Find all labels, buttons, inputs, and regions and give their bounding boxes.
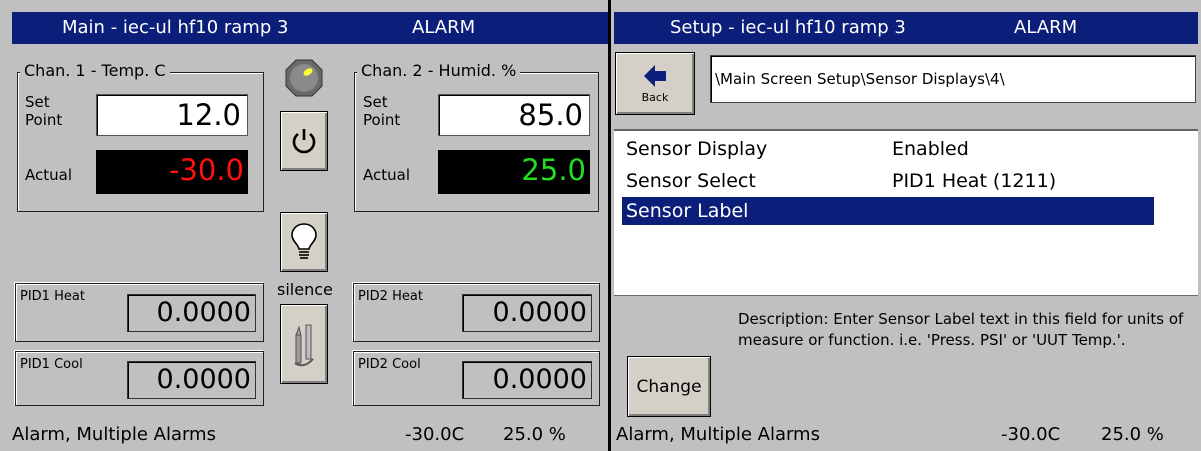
tool-icon bbox=[294, 324, 314, 367]
pid2-cool-group: PID2 Cool 0.0000 bbox=[353, 351, 600, 406]
ch2-set-label: Set bbox=[363, 93, 388, 111]
pid1-heat-group: PID1 Heat 0.0000 bbox=[15, 283, 264, 342]
pid2-heat-label: PID2 Heat bbox=[358, 289, 423, 304]
main-screen: Main - iec-ul hf10 ramp 3 ALARM Chan. 1 … bbox=[0, 0, 608, 451]
list-item-key: Sensor Label bbox=[626, 200, 749, 222]
main-status-message: Alarm, Multiple Alarms bbox=[12, 424, 216, 445]
setup-alarm-indicator: ALARM bbox=[1014, 17, 1078, 38]
list-item-key: Sensor Display bbox=[626, 138, 768, 160]
change-label: Change bbox=[636, 376, 702, 397]
back-label: Back bbox=[641, 91, 669, 104]
pid1-cool-group: PID1 Cool 0.0000 bbox=[15, 351, 264, 406]
pid1-heat-value: 0.0000 bbox=[127, 294, 256, 332]
lightbulb-icon bbox=[291, 223, 317, 259]
setup-path-field: \Main Screen Setup\Sensor Displays\4\ bbox=[710, 55, 1196, 103]
main-title-bar: Main - iec-ul hf10 ramp 3 ALARM bbox=[12, 12, 608, 44]
setup-list: Sensor Display Enabled Sensor Select PID… bbox=[614, 129, 1198, 296]
channel-1-legend: Chan. 1 - Temp. C bbox=[20, 61, 170, 80]
status-light-icon bbox=[284, 58, 324, 102]
setup-status-message: Alarm, Multiple Alarms bbox=[616, 424, 820, 445]
back-arrow-icon bbox=[644, 65, 666, 87]
setup-description: Description: Enter Sensor Label text in … bbox=[738, 310, 1184, 349]
ch1-set-label: Set bbox=[25, 93, 50, 111]
tool-button[interactable] bbox=[280, 304, 328, 384]
ch1-actual-label: Actual bbox=[25, 166, 72, 184]
list-item[interactable]: Sensor Display Enabled bbox=[614, 134, 1144, 164]
ch1-setpoint-field[interactable]: 12.0 bbox=[96, 94, 248, 136]
list-item-value: Enabled bbox=[892, 138, 969, 160]
ch1-actual-value: -30.0 bbox=[96, 150, 248, 194]
ch2-point-label: Point bbox=[363, 111, 401, 129]
list-item-value: PID1 Heat (1211) bbox=[892, 170, 1057, 192]
back-button[interactable]: Back bbox=[615, 52, 695, 115]
setup-screen: Setup - iec-ul hf10 ramp 3 ALARM Back \M… bbox=[611, 0, 1201, 451]
pid1-heat-label: PID1 Heat bbox=[20, 289, 85, 304]
main-status-humid: 25.0 % bbox=[503, 424, 566, 445]
pid1-cool-label: PID1 Cool bbox=[20, 357, 83, 372]
silence-button[interactable] bbox=[280, 212, 328, 272]
main-alarm-indicator: ALARM bbox=[412, 17, 476, 38]
power-button[interactable] bbox=[280, 111, 328, 171]
list-item[interactable]: Sensor Select PID1 Heat (1211) bbox=[614, 166, 1144, 196]
power-icon bbox=[292, 129, 316, 154]
pid1-cool-value: 0.0000 bbox=[127, 361, 256, 399]
list-item-key: Sensor Select bbox=[626, 170, 756, 192]
pid2-heat-value: 0.0000 bbox=[462, 294, 592, 332]
main-status-temp: -30.0C bbox=[405, 424, 465, 445]
pid2-heat-group: PID2 Heat 0.0000 bbox=[353, 283, 600, 342]
setup-title-bar: Setup - iec-ul hf10 ramp 3 ALARM bbox=[614, 12, 1198, 44]
ch2-setpoint-field[interactable]: 85.0 bbox=[438, 94, 590, 136]
change-button[interactable]: Change bbox=[627, 356, 711, 417]
pid2-cool-label: PID2 Cool bbox=[358, 357, 421, 372]
pid2-cool-value: 0.0000 bbox=[462, 361, 592, 399]
setup-status-humid: 25.0 % bbox=[1101, 424, 1164, 445]
ch2-actual-label: Actual bbox=[363, 166, 410, 184]
ch2-actual-value: 25.0 bbox=[438, 150, 590, 194]
silence-label: silence bbox=[277, 280, 333, 299]
main-title: Main - iec-ul hf10 ramp 3 bbox=[62, 17, 289, 38]
channel-2-legend: Chan. 2 - Humid. % bbox=[357, 61, 521, 80]
setup-status-temp: -30.0C bbox=[1001, 424, 1061, 445]
list-item-selected[interactable]: Sensor Label bbox=[622, 197, 1154, 225]
ch1-point-label: Point bbox=[25, 111, 63, 129]
setup-title: Setup - iec-ul hf10 ramp 3 bbox=[670, 17, 906, 38]
